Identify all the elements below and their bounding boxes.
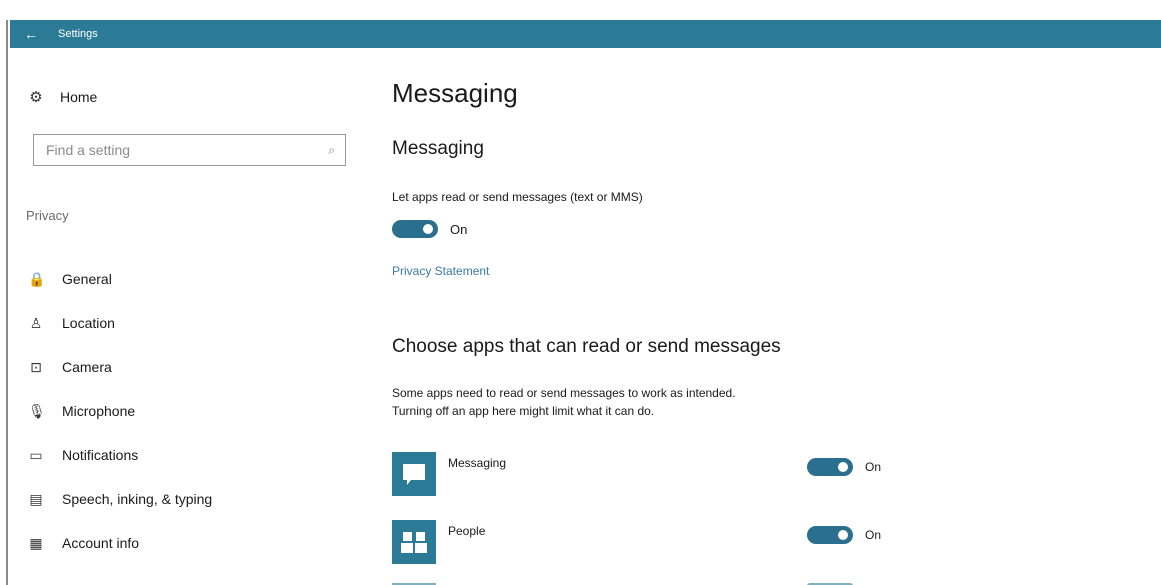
sidebar-item-label: Home (60, 89, 98, 105)
app-row-messaging: Messaging On (392, 452, 892, 496)
apps-description-line: Turning off an app here might limit what… (392, 404, 655, 418)
sidebar-item-label: Account info (62, 535, 140, 551)
app-name: People (448, 524, 486, 538)
people-app-toggle[interactable] (807, 526, 853, 544)
window-edge (6, 20, 8, 585)
sidebar-section-label: Privacy (26, 208, 69, 223)
sidebar-item-label: General (62, 271, 112, 287)
app-toggle-group: On (807, 458, 881, 476)
search-box[interactable]: ⌕ (33, 134, 346, 166)
apps-section-title: Choose apps that can read or send messag… (392, 336, 781, 357)
toggle-state-label: On (450, 221, 468, 237)
section-title: Messaging (392, 138, 484, 159)
people-app-icon (392, 520, 436, 564)
people-icon (401, 532, 427, 553)
app-row-people: People On (392, 520, 892, 564)
gear-icon: ⚙ (29, 89, 43, 106)
speech-icon: ▤ (29, 490, 43, 507)
sidebar-item-label: Location (62, 315, 115, 331)
app-toggle-group: On (807, 526, 881, 544)
microphone-icon: 🎙 (28, 402, 46, 419)
messaging-access-toggle[interactable] (392, 220, 438, 238)
privacy-statement-link[interactable]: Privacy Statement (392, 264, 489, 278)
back-arrow-icon: ← (24, 26, 38, 42)
main-content: Messaging Messaging Let apps read or sen… (392, 48, 1152, 585)
sidebar: ⚙ Home ⌕ Privacy 🔒 General ♙ Location ⊡ … (10, 48, 370, 585)
app-name: Messaging (448, 456, 507, 470)
sidebar-item-home[interactable]: ⚙ Home (28, 88, 97, 106)
privacy-nav-list: 🔒 General ♙ Location ⊡ Camera 🎙 Micropho… (28, 252, 212, 570)
account-info-icon: ▦ (29, 534, 43, 551)
search-icon[interactable]: ⌕ (328, 143, 335, 158)
search-input[interactable] (44, 141, 308, 159)
apps-section-description: Some apps need to read or send messages … (392, 384, 912, 420)
notifications-icon: ▭ (29, 446, 43, 463)
messaging-app-toggle[interactable] (807, 458, 853, 476)
messaging-access-toggle-group: On (392, 220, 467, 238)
window-title: Settings (58, 28, 98, 40)
sidebar-item-label: Speech, inking, & typing (62, 491, 213, 507)
camera-icon: ⊡ (30, 358, 42, 375)
settings-window: ← Settings ⚙ Home ⌕ Privacy 🔒 General ♙ … (0, 0, 1161, 585)
sidebar-item-label: Microphone (62, 403, 136, 419)
toggle-state-label: On (865, 528, 882, 542)
page-title: Messaging (392, 78, 518, 108)
setting-description: Let apps read or send messages (text or … (392, 190, 643, 204)
message-bubble-icon (403, 464, 425, 485)
sidebar-item-label: Notifications (62, 447, 139, 463)
back-button[interactable]: ← (10, 20, 52, 48)
apps-description-line: Some apps need to read or send messages … (392, 386, 736, 400)
toggle-state-label: On (865, 460, 882, 474)
location-icon: ♙ (29, 314, 43, 331)
sidebar-item-account-info[interactable]: ▦ Account info (28, 516, 212, 570)
messaging-app-icon (392, 452, 436, 496)
lock-icon: 🔒 (28, 270, 46, 287)
sidebar-item-label: Camera (62, 359, 112, 375)
title-bar: ← Settings (10, 20, 1161, 48)
